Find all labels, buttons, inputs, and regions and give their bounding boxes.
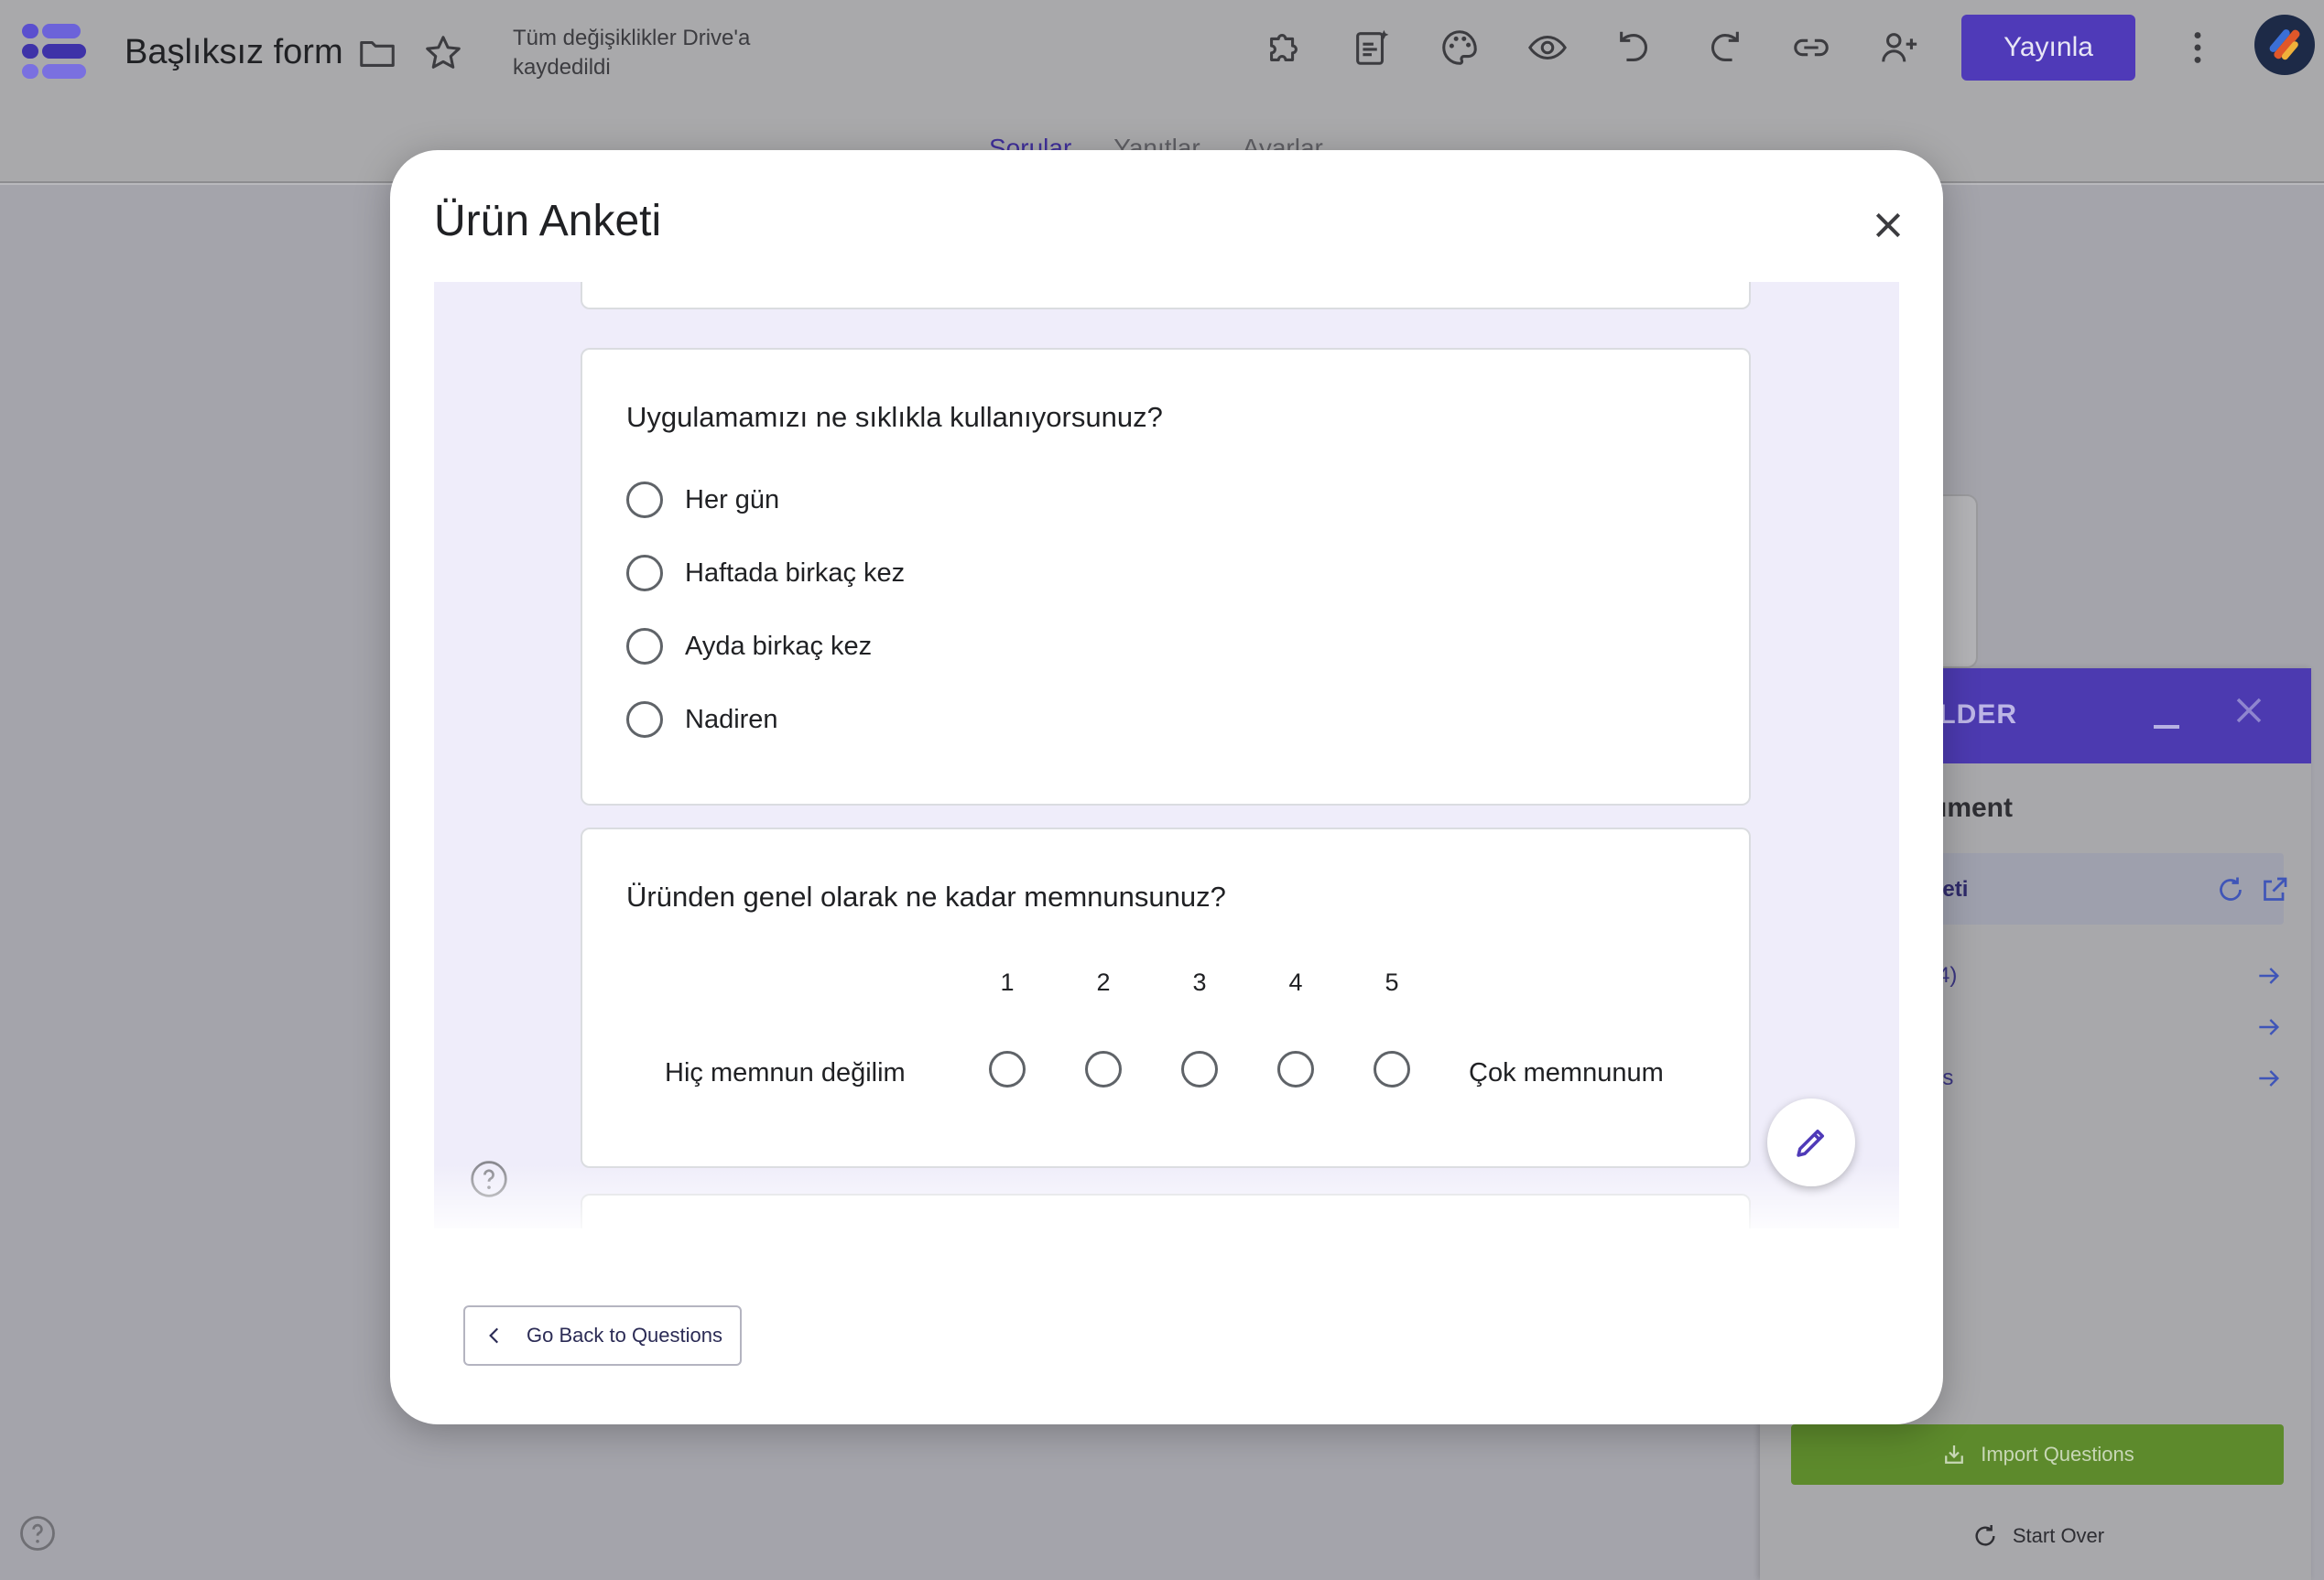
add-collaborator-icon[interactable] (1873, 22, 1925, 73)
forms-logo-icon[interactable] (22, 20, 88, 82)
radio-button[interactable] (626, 555, 663, 591)
start-over-label: Start Over (2012, 1524, 2105, 1547)
undo-icon[interactable] (1610, 22, 1661, 73)
radio-button[interactable] (626, 628, 663, 665)
edit-fab[interactable] (1767, 1098, 1855, 1186)
option-label: Nadiren (685, 704, 778, 734)
pencil-icon (1797, 1130, 1824, 1157)
scale-radio-button[interactable] (1085, 1051, 1122, 1088)
scale-low-label: Hiç memnun değilim (665, 1058, 906, 1088)
import-questions-label: Import Questions (1981, 1443, 2134, 1466)
import-icon (1945, 1445, 1964, 1464)
publish-button[interactable]: Yayınla (1961, 15, 2135, 81)
refresh-icon (1975, 1525, 1995, 1546)
radio-option[interactable]: Haftada birkaç kez (626, 555, 905, 591)
redo-icon[interactable] (1698, 22, 1749, 73)
saved-status: Tüm değişiklikler Drive'a kaydedildi (513, 26, 751, 80)
form-title[interactable]: Başlıksız form (125, 33, 343, 72)
arrow-right-icon[interactable] (2254, 961, 2284, 990)
modal-title: Ürün Anketi (434, 197, 662, 245)
refresh-icon[interactable] (2214, 873, 2247, 906)
scale-number: 1 (1000, 969, 1015, 996)
scale-number: 2 (1096, 969, 1111, 996)
arrow-right-icon[interactable] (2254, 1064, 2284, 1093)
minimize-icon[interactable] (2148, 687, 2185, 741)
star-icon[interactable] (418, 27, 469, 79)
radio-option[interactable]: Nadiren (626, 701, 778, 738)
scale-number: 5 (1385, 969, 1399, 996)
preview-modal: Ürün Anketi Uygulamamızı ne sıklıkla kul… (390, 150, 1943, 1424)
question-title: Uygulamamızı ne sıklıkla kullanıyorsunuz… (626, 401, 1163, 433)
start-over-button[interactable]: Start Over (1791, 1509, 2284, 1564)
go-back-button[interactable]: Go Back to Questions (463, 1305, 742, 1366)
question-card (581, 1194, 1751, 1228)
builder-title: ILDER (1930, 699, 2017, 730)
option-label: Her gün (685, 484, 780, 514)
folder-icon[interactable] (352, 27, 403, 79)
import-questions-button[interactable]: Import Questions (1791, 1424, 2284, 1485)
scale-number: 4 (1288, 969, 1303, 996)
question-card (581, 282, 1751, 309)
ai-form-icon[interactable] (1346, 22, 1397, 73)
palette-icon[interactable] (1434, 22, 1485, 73)
avatar[interactable] (2254, 15, 2315, 75)
panel-close-icon[interactable] (2231, 692, 2267, 729)
form-preview[interactable]: Uygulamamızı ne sıklıkla kullanıyorsunuz… (434, 282, 1899, 1228)
scale-radio-button[interactable] (1374, 1051, 1410, 1088)
scale-number: 3 (1192, 969, 1207, 996)
link-icon[interactable] (1786, 22, 1837, 73)
radio-button[interactable] (626, 701, 663, 738)
question-title: Üründen genel olarak ne kadar memnunsunu… (626, 881, 1226, 913)
scale-radio-button[interactable] (989, 1051, 1026, 1088)
open-external-icon[interactable] (2258, 873, 2291, 906)
radio-option[interactable]: Her gün (626, 482, 779, 518)
arrow-right-icon[interactable] (2254, 1012, 2284, 1042)
scale-radio-button[interactable] (1181, 1051, 1218, 1088)
scale-radio-button[interactable] (1277, 1051, 1314, 1088)
radio-button[interactable] (626, 482, 663, 518)
preview-eye-icon[interactable] (1522, 22, 1573, 73)
help-icon[interactable] (18, 1514, 57, 1553)
more-vert-icon[interactable] (2172, 22, 2223, 73)
close-icon[interactable] (1864, 201, 1912, 249)
option-label: Haftada birkaç kez (685, 557, 906, 588)
chevron-left-icon (489, 1327, 499, 1344)
question-card-frequency: Uygulamamızı ne sıklıkla kullanıyorsunuz… (581, 348, 1751, 806)
radio-option[interactable]: Ayda birkaç kez (626, 628, 872, 665)
help-icon[interactable] (469, 1159, 509, 1199)
question-card-satisfaction: Üründen genel olarak ne kadar memnunsunu… (581, 828, 1751, 1168)
go-back-label: Go Back to Questions (527, 1324, 722, 1347)
scale-high-label: Çok memnunum (1469, 1058, 1664, 1088)
addons-puzzle-icon[interactable] (1258, 22, 1309, 73)
option-label: Ayda birkaç kez (685, 631, 873, 661)
